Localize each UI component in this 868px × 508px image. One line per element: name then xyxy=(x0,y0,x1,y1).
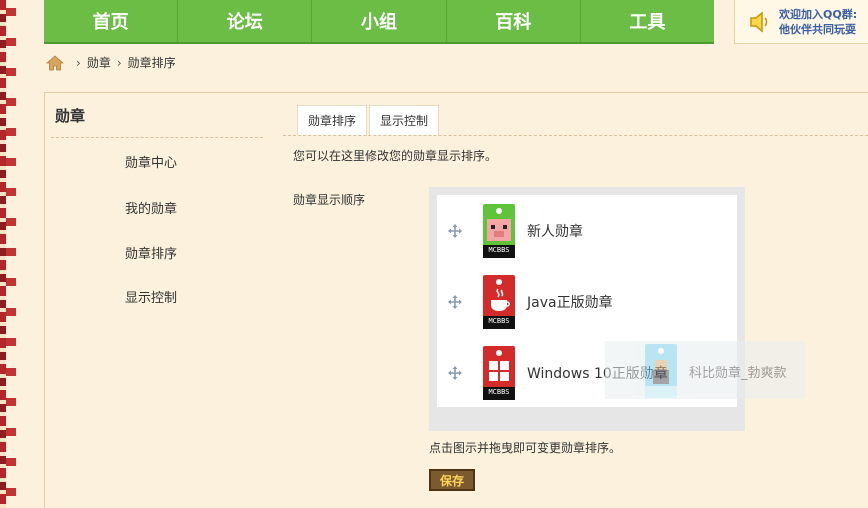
pig-face-icon[interactable]: MCBBS xyxy=(483,204,515,258)
sidebar-item-medal-sort[interactable]: 勋章排序 xyxy=(125,243,177,262)
tab-display-control[interactable]: 显示控制 xyxy=(369,105,440,135)
medal-name: Java正版勋章 xyxy=(527,295,613,311)
nav-item-wiki[interactable]: 百科 xyxy=(447,0,581,42)
medal-name: Windows 10正版勋章 xyxy=(527,366,668,382)
sidebar-title: 勋章 xyxy=(55,107,86,125)
windows-logo-icon[interactable]: MCBBS xyxy=(483,346,515,400)
move-handle-icon[interactable] xyxy=(447,223,463,239)
breadcrumb: › 勋章 › 勋章排序 xyxy=(46,54,176,71)
sort-hint: 点击图示并拖曳即可变更勋章排序。 xyxy=(429,441,622,455)
announcement-line-1: 欢迎加入QQ群: xyxy=(779,7,858,21)
main-panel: 勋章 勋章中心 我的勋章 勋章排序 显示控制 勋章排序 显示控制 您可以在这里修… xyxy=(44,92,868,508)
announcement-line-2: 他伙伴共同玩耍 xyxy=(779,22,856,36)
decorative-border xyxy=(0,0,16,508)
breadcrumb-item-sort[interactable]: 勋章排序 xyxy=(128,54,176,71)
tab-medal-sort[interactable]: 勋章排序 xyxy=(297,105,368,135)
nav-item-home[interactable]: 首页 xyxy=(44,0,179,42)
save-button[interactable]: 保存 xyxy=(429,469,475,491)
nav-item-tools[interactable]: 工具 xyxy=(581,0,714,42)
breadcrumb-separator: › xyxy=(76,55,81,70)
java-cup-icon[interactable]: MCBBS xyxy=(483,275,515,329)
nav-item-groups[interactable]: 小组 xyxy=(312,0,447,42)
tab-bar: 勋章排序 显示控制 xyxy=(297,105,441,135)
main-nav: 首页 论坛 小组 百科 工具 xyxy=(44,0,714,44)
medal-row[interactable]: MCBBS Java正版勋章 xyxy=(437,272,737,332)
tab-divider xyxy=(283,135,868,136)
medal-row[interactable]: MCBBS Windows 10正版勋章 xyxy=(437,343,737,403)
move-handle-icon[interactable] xyxy=(447,294,463,310)
badge-label: MCBBS xyxy=(488,388,510,396)
badge-label: MCBBS xyxy=(488,317,510,325)
speaker-icon xyxy=(750,10,768,33)
nav-item-forum[interactable]: 论坛 xyxy=(178,0,313,42)
medal-sort-list: MCBBS 新人勋章 MCBBS Java正版勋章 MCBBS Windows … xyxy=(429,187,745,431)
sidebar-item-display-control[interactable]: 显示控制 xyxy=(125,287,177,306)
sidebar-item-my-medals[interactable]: 我的勋章 xyxy=(125,198,177,217)
badge-label: MCBBS xyxy=(488,246,510,254)
medal-row[interactable]: MCBBS 新人勋章 xyxy=(437,201,737,261)
home-icon[interactable] xyxy=(46,54,64,71)
breadcrumb-separator: › xyxy=(116,55,122,70)
sidebar-divider xyxy=(51,137,263,138)
announcement[interactable]: 欢迎加入QQ群: 他伙伴共同玩耍 xyxy=(734,0,868,44)
page-description: 您可以在这里修改您的勋章显示排序。 xyxy=(293,149,498,163)
order-label: 勋章显示顺序 xyxy=(293,193,366,207)
sidebar-item-medal-center[interactable]: 勋章中心 xyxy=(125,152,177,171)
breadcrumb-item-medals[interactable]: 勋章 xyxy=(87,54,111,71)
medal-name: 新人勋章 xyxy=(527,224,583,240)
move-handle-icon[interactable] xyxy=(447,365,463,381)
